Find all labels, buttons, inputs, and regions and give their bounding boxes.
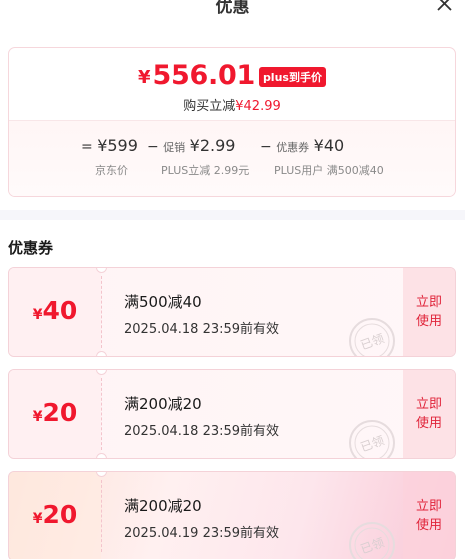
breakdown-value: ¥2.99 — [189, 136, 236, 155]
coupon-notch — [96, 370, 107, 375]
coupon-expiry: 2025.04.18 23:59前有效 — [124, 322, 280, 337]
coupons-section-title: 优惠券 — [8, 239, 54, 257]
close-icon — [437, 0, 452, 11]
dialog-title: 优惠 — [215, 0, 250, 17]
claimed-stamp-icon: 已领 — [347, 316, 397, 356]
coupon-divider — [101, 276, 102, 348]
coupon-notch — [96, 453, 107, 458]
breakdown-item-promotion: − 促销 ¥2.99 PLUS立减 2.99元 — [147, 136, 249, 177]
use-now-button[interactable]: 立即使用 — [403, 268, 455, 356]
use-now-label: 立即使用 — [415, 397, 442, 431]
breakdown-label: 京东价 — [95, 164, 128, 177]
breakdown-label: PLUS立减 2.99元 — [161, 164, 250, 177]
use-now-label: 立即使用 — [415, 499, 442, 533]
coupon-title: 满500减40 — [124, 293, 202, 311]
plus-price-badge: plus到手价 — [258, 66, 326, 87]
coupon-amount: ¥20 — [9, 500, 101, 529]
coupon-value: 20 — [42, 398, 78, 427]
coupon-value: 40 — [42, 296, 78, 325]
section-divider — [0, 210, 465, 220]
coupon-title: 满200减20 — [124, 395, 202, 413]
stamp-text: 已领 — [359, 535, 386, 556]
breakdown-value: ¥40 — [313, 136, 345, 155]
final-price: 556.01 — [152, 60, 256, 91]
use-now-label: 立即使用 — [415, 295, 442, 329]
use-now-button[interactable]: 立即使用 — [403, 370, 455, 458]
coupon-card: ¥20 满200减20 2025.04.18 23:59前有效 已领 立即使用 — [8, 369, 456, 459]
discount-line: 购买立减¥42.99 — [9, 95, 455, 114]
coupon-notch — [96, 351, 107, 356]
claimed-stamp-icon: 已领 — [347, 418, 397, 458]
coupon-amount: ¥20 — [9, 398, 101, 427]
stamp-text: 已领 — [359, 433, 386, 454]
close-button[interactable] — [431, 0, 459, 22]
breakdown-item-list-price: = ¥599 京东价 — [81, 136, 138, 177]
coupon-yen: ¥ — [32, 307, 43, 323]
discount-amount: ¥42.99 — [235, 99, 281, 114]
coupon-notch — [96, 472, 107, 477]
breakdown-operator: − — [260, 139, 272, 155]
coupon-title: 满200减20 — [124, 497, 202, 515]
coupon-expiry: 2025.04.19 23:59前有效 — [124, 526, 280, 541]
coupon-notch — [96, 268, 107, 273]
price-breakdown: = ¥599 京东价 − 促销 ¥2.99 PLUS立减 2.99元 − 优惠券… — [9, 120, 455, 196]
coupon-value: 20 — [42, 500, 78, 529]
price-summary-top: ¥ 556.01 plus到手价 购买立减¥42.99 — [9, 48, 455, 120]
final-price-line: ¥ 556.01 plus到手价 — [9, 60, 455, 91]
claimed-stamp-icon: 已领 — [347, 520, 397, 559]
dialog-header: 优惠 — [0, 0, 465, 28]
breakdown-prefix: 优惠券 — [276, 141, 310, 154]
breakdown-prefix: 促销 — [163, 141, 186, 154]
stamp-text: 已领 — [359, 331, 386, 352]
breakdown-operator: = — [81, 139, 93, 155]
use-now-button[interactable]: 立即使用 — [403, 472, 455, 559]
coupon-divider — [101, 480, 102, 552]
discount-label: 购买立减 — [183, 99, 236, 114]
breakdown-value: ¥599 — [97, 136, 138, 155]
breakdown-label: PLUS用户 满500减40 — [274, 164, 384, 177]
currency-symbol: ¥ — [138, 67, 151, 88]
breakdown-item-coupon: − 优惠券 ¥40 PLUS用户 满500减40 — [260, 136, 384, 177]
breakdown-operator: − — [147, 139, 159, 155]
coupon-yen: ¥ — [32, 511, 43, 527]
coupon-card: ¥40 满500减40 2025.04.18 23:59前有效 已领 立即使用 — [8, 267, 456, 357]
coupon-amount: ¥40 — [9, 296, 101, 325]
coupon-expiry: 2025.04.18 23:59前有效 — [124, 424, 280, 439]
coupon-divider — [101, 378, 102, 450]
coupon-yen: ¥ — [32, 409, 43, 425]
price-summary-card: ¥ 556.01 plus到手价 购买立减¥42.99 = ¥599 京东价 −… — [8, 47, 456, 197]
coupon-card: ¥20 满200减20 2025.04.19 23:59前有效 已领 立即使用 — [8, 471, 456, 559]
